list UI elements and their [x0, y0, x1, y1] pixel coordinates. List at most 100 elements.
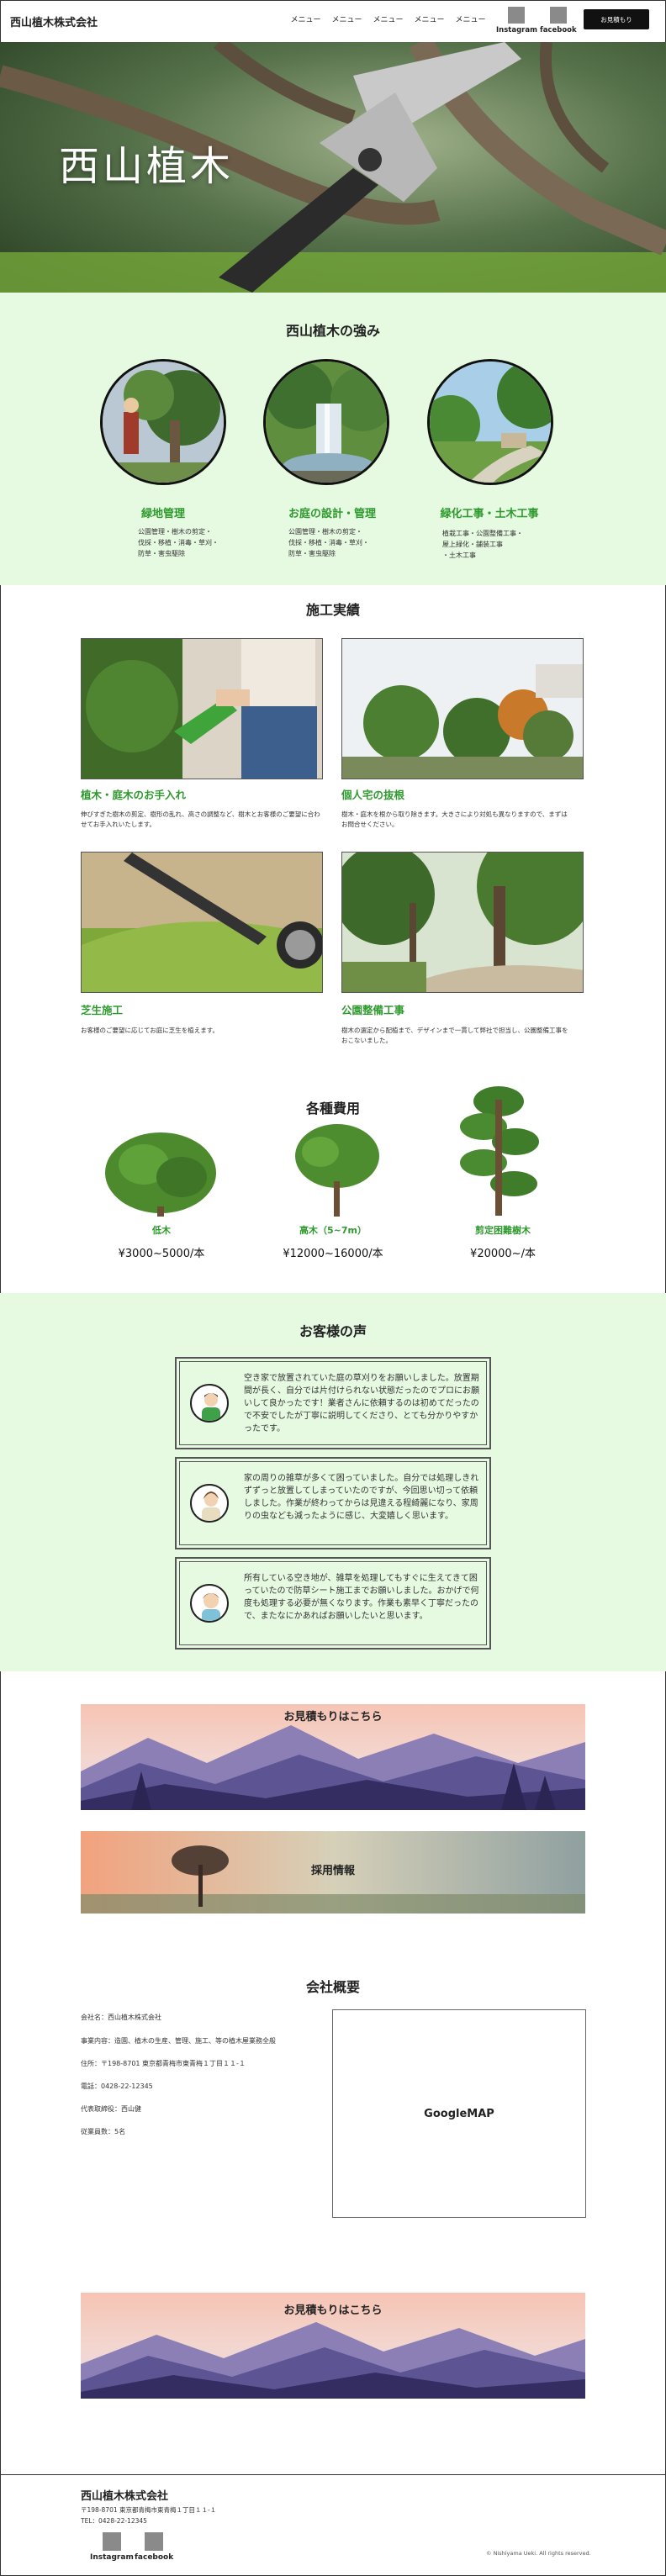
cost-image-pine-tree	[460, 1086, 539, 1216]
nav-item-4[interactable]: メニュー	[413, 13, 446, 24]
company-title: 会社概要	[305, 1979, 360, 1995]
avatar	[190, 1484, 229, 1523]
strength-image-1-graphic	[103, 362, 224, 483]
strength-desc-3-line-1: 植栽工事・公園整備工事・	[442, 530, 523, 537]
voice-card-2: 家の周りの雑草が多くて困っていました。自分では処理しきれずずっと放置してしまって…	[175, 1457, 491, 1549]
work-desc-4-line-1: 樹木の選定から配植まで、デザインまで一貫して弊社で担当し、公園整備工事を	[341, 1027, 568, 1034]
voice-text-3: 所有している空き地が、雑草を処理してもすぐに生えてきて困っていたので防草シート施…	[244, 1574, 479, 1621]
site-brand[interactable]: 西山植木株式会社	[10, 13, 98, 29]
strength-image-2-graphic	[266, 362, 387, 483]
work-desc-1-line-2: せてお手入れいたします。	[81, 821, 156, 828]
strength-image-3	[427, 359, 553, 485]
work-image-1-graphic	[82, 639, 322, 779]
work-image-3	[81, 852, 323, 993]
work-desc-2-line-1: 樹木・庭木を根から取り除きます。大きさにより対処も異なりますので、まずは	[341, 810, 568, 818]
costs-title: 各種費用	[305, 1101, 360, 1116]
work-title-1: 植木・庭木のお手入れ	[81, 789, 187, 801]
work-desc-2: 樹木・庭木を根から取り除きます。大きさにより対処も異なりますので、まずは お問合…	[341, 810, 585, 830]
work-desc-3-line-1: お客様のご要望に応じてお庭に芝生を植えます。	[81, 1027, 219, 1034]
strength-desc-1: 公園管理・樹木の剪定・ 伐採・移植・消毒・草刈・ 防草・害虫駆除	[138, 526, 219, 559]
work-image-3-graphic	[82, 853, 322, 992]
estimate-button[interactable]: お見積もり	[584, 9, 649, 29]
strength-desc-2-line-3: 防草・害虫駆除	[288, 550, 336, 557]
company-info-business: 事業内容：造園、植木の生産、管理、施工、等の植木屋業務全般	[81, 2037, 276, 2045]
estimate-banner-2[interactable]: お見積もりはこちら	[81, 2293, 585, 2399]
work-image-2	[341, 638, 584, 779]
avatar	[190, 1584, 229, 1623]
work-desc-4: 樹木の選定から配植まで、デザインまで一貫して弊社で担当し、公園整備工事を おこな…	[341, 1026, 585, 1046]
cost-price-1: ¥3000~5000/本	[118, 1248, 205, 1260]
voice-text-2: 家の周りの雑草が多くて困っていました。自分では処理しきれずずっと放置してしまって…	[244, 1474, 479, 1521]
voices-title: お客様の声	[299, 1323, 367, 1339]
estimate-banner[interactable]: お見積もりはこちら	[81, 1704, 585, 1810]
work-desc-3: お客様のご要望に応じてお庭に芝生を植えます。	[81, 1026, 325, 1036]
voice-text-1: 空き家で放置されていた庭の草刈りをお願いしました。放置期間が長く、自分では片付け…	[244, 1374, 479, 1433]
header-facebook-link[interactable]: facebook	[540, 7, 577, 34]
work-desc-1: 伸びすぎた樹木の剪定、樹形の乱れ、高さの調整など、樹木とお客様のご要望に合わ せ…	[81, 810, 325, 830]
company-info-ceo: 代表取締役：西山健	[81, 2105, 141, 2113]
nav-item-1[interactable]: メニュー	[289, 13, 322, 24]
footer-facebook-label: facebook	[135, 2553, 174, 2562]
instagram-label: Instagram	[496, 26, 537, 34]
google-map[interactable]: GoogleMAP	[332, 2009, 586, 2218]
hero-title: 西山植木	[59, 143, 235, 190]
footer-address: 〒198-8701 東京都青梅市東青梅１丁目１１-１	[81, 2506, 217, 2514]
strength-image-3-graphic	[430, 362, 551, 483]
instagram-icon	[508, 7, 526, 24]
work-image-2-graphic	[342, 639, 583, 779]
voice-card-3: 所有している空き地が、雑草を処理してもすぐに生えてきて困っていたので防草シート施…	[175, 1557, 491, 1650]
company-info-address: 住所：〒198-8701 東京都青梅市東青梅１丁目１１-１	[81, 2060, 246, 2067]
facebook-icon	[549, 7, 567, 24]
avatar	[190, 1384, 229, 1423]
strength-desc-2-line-2: 伐採・移植・消毒・草刈・	[288, 539, 369, 546]
company-info-phone: 電話：0428-22-12345	[81, 2082, 153, 2090]
cost-name-1: 低木	[152, 1225, 171, 1236]
strength-desc-3: 植栽工事・公園整備工事・ 屋上緑化・舗装工事 ・土木工事	[442, 528, 523, 561]
footer-instagram-label: Instagram	[90, 2553, 134, 2562]
company-info-employees: 従業員数：5名	[81, 2128, 126, 2135]
strength-desc-1-line-3: 防草・害虫駆除	[138, 550, 185, 557]
strength-title-1: 緑地管理	[140, 508, 185, 520]
work-desc-4-line-2: おこないました。	[341, 1037, 392, 1044]
header-instagram-link[interactable]: Instagram	[496, 7, 537, 34]
footer-company-name: 西山植木株式会社	[81, 2490, 169, 2503]
cost-name-2: 高木（5~7m）	[299, 1225, 367, 1236]
nav-item-5[interactable]: メニュー	[454, 13, 487, 24]
strength-image-2	[263, 359, 389, 485]
recruit-banner[interactable]: 採用情報	[81, 1831, 585, 1914]
cost-name-3: 剪定困難樹木	[475, 1225, 531, 1236]
cost-price-2: ¥12000~16000/本	[283, 1248, 383, 1260]
strength-title-3: 緑化工事・土木工事	[440, 508, 539, 520]
footer-instagram-link[interactable]: Instagram	[90, 2532, 134, 2562]
strength-title-2: お庭の設計・管理	[288, 508, 376, 520]
voice-card-1: 空き家で放置されていた庭の草刈りをお願いしました。放置期間が長く、自分では片付け…	[175, 1357, 491, 1449]
footer-divider	[0, 2474, 666, 2475]
work-title-2: 個人宅の抜根	[341, 789, 405, 801]
work-title-3: 芝生施工	[81, 1004, 124, 1016]
work-image-4	[341, 852, 584, 993]
instagram-icon	[102, 2532, 121, 2551]
strength-desc-2: 公園管理・樹木の剪定・ 伐採・移植・消毒・草刈・ 防草・害虫駆除	[288, 526, 369, 559]
work-desc-2-line-2: お問合せください。	[341, 821, 399, 828]
footer-facebook-link[interactable]: facebook	[135, 2532, 173, 2562]
nav-item-2[interactable]: メニュー	[330, 13, 363, 24]
work-title-4: 公園整備工事	[341, 1004, 405, 1016]
strength-image-1	[100, 359, 226, 485]
strength-desc-3-line-3: ・土木工事	[442, 552, 476, 559]
nav-item-3[interactable]: メニュー	[372, 13, 404, 24]
cost-price-3: ¥20000~/本	[470, 1248, 536, 1260]
strengths-title: 西山植木の強み	[285, 323, 380, 339]
facebook-label: facebook	[540, 26, 577, 34]
work-image-1	[81, 638, 323, 779]
strength-desc-1-line-2: 伐採・移植・消毒・草刈・	[138, 539, 219, 546]
facebook-icon	[145, 2532, 164, 2551]
estimate-banner-2-label: お見積もりはこちら	[283, 2304, 383, 2317]
cost-image-tall-tree	[295, 1124, 379, 1217]
company-info-name: 会社名：西山植木株式会社	[81, 2014, 161, 2021]
strength-desc-3-line-2: 屋上緑化・舗装工事	[442, 541, 503, 548]
strength-desc-1-line-1: 公園管理・樹木の剪定・	[138, 528, 212, 536]
work-desc-1-line-1: 伸びすぎた樹木の剪定、樹形の乱れ、高さの調整など、樹木とお客様のご要望に合わ	[81, 810, 320, 818]
estimate-banner-label: お見積もりはこちら	[283, 1711, 383, 1723]
footer-tel: TEL：0428-22-12345	[81, 2517, 147, 2525]
site-header: 西山植木株式会社 メニュー メニュー メニュー メニュー メニュー Instag…	[0, 0, 666, 42]
